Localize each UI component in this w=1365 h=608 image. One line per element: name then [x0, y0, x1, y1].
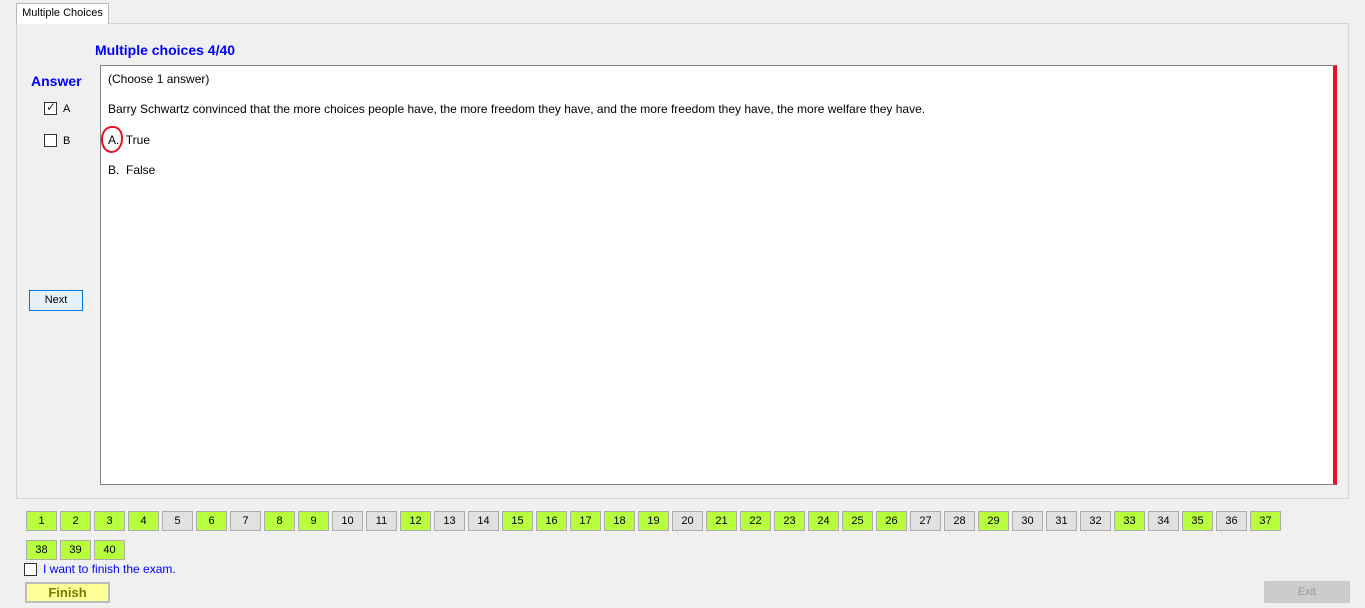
option-b-letter: B.	[108, 163, 120, 177]
answer-option-a-label: A	[63, 102, 71, 115]
question-content: (Choose 1 answer) Barry Schwartz convinc…	[100, 65, 1337, 485]
finish-button[interactable]: Finish	[25, 582, 110, 603]
question-nav-button-35[interactable]: 35	[1182, 511, 1213, 531]
question-nav-button-10[interactable]: 10	[332, 511, 363, 531]
question-nav-button-8[interactable]: 8	[264, 511, 295, 531]
checkbox-b[interactable]	[44, 134, 57, 147]
red-circle-annotation	[101, 126, 123, 153]
checkbox-a[interactable]: ✓	[44, 100, 57, 115]
next-button[interactable]: Next	[29, 290, 83, 311]
question-nav-button-4[interactable]: 4	[128, 511, 159, 531]
question-nav-button-36[interactable]: 36	[1216, 511, 1247, 531]
question-nav-button-27[interactable]: 27	[910, 511, 941, 531]
question-nav-button-40[interactable]: 40	[94, 540, 125, 560]
question-nav-button-38[interactable]: 38	[26, 540, 57, 560]
option-b: B. False	[108, 163, 155, 177]
question-nav-button-39[interactable]: 39	[60, 540, 91, 560]
question-nav-button-11[interactable]: 11	[366, 511, 397, 531]
question-nav-button-7[interactable]: 7	[230, 511, 261, 531]
finish-confirm[interactable]: I want to finish the exam.	[24, 562, 176, 576]
question-nav-button-34[interactable]: 34	[1148, 511, 1179, 531]
option-b-text: False	[126, 163, 156, 177]
question-nav-button-3[interactable]: 3	[94, 511, 125, 531]
answer-heading: Answer	[31, 73, 82, 89]
question-text: Barry Schwartz convinced that the more c…	[108, 102, 926, 116]
question-nav-button-9[interactable]: 9	[298, 511, 329, 531]
exit-button[interactable]: Exit	[1264, 581, 1350, 603]
question-nav-button-15[interactable]: 15	[502, 511, 533, 531]
question-nav-button-18[interactable]: 18	[604, 511, 635, 531]
question-nav-button-5[interactable]: 5	[162, 511, 193, 531]
question-nav-button-16[interactable]: 16	[536, 511, 567, 531]
question-nav-button-1[interactable]: 1	[26, 511, 57, 531]
question-nav-button-26[interactable]: 26	[876, 511, 907, 531]
question-nav-button-21[interactable]: 21	[706, 511, 737, 531]
question-nav-button-23[interactable]: 23	[774, 511, 805, 531]
question-nav-button-37[interactable]: 37	[1250, 511, 1281, 531]
question-nav-button-22[interactable]: 22	[740, 511, 771, 531]
question-nav-button-20[interactable]: 20	[672, 511, 703, 531]
question-nav-button-29[interactable]: 29	[978, 511, 1009, 531]
question-nav-button-25[interactable]: 25	[842, 511, 873, 531]
question-nav-button-12[interactable]: 12	[400, 511, 431, 531]
question-nav-button-17[interactable]: 17	[570, 511, 601, 531]
question-nav-button-28[interactable]: 28	[944, 511, 975, 531]
answer-option-b-label: B	[63, 134, 71, 147]
tab-multiple-choices[interactable]: Multiple Choices	[16, 3, 109, 24]
question-nav-button-24[interactable]: 24	[808, 511, 839, 531]
question-nav-button-30[interactable]: 30	[1012, 511, 1043, 531]
check-icon: ✓	[46, 100, 57, 114]
question-nav-button-14[interactable]: 14	[468, 511, 499, 531]
answer-option-b[interactable]: B	[44, 134, 70, 147]
question-nav-button-32[interactable]: 32	[1080, 511, 1111, 531]
question-nav-button-13[interactable]: 13	[434, 511, 465, 531]
question-nav-button-33[interactable]: 33	[1114, 511, 1145, 531]
question-nav-button-19[interactable]: 19	[638, 511, 669, 531]
question-title: Multiple choices 4/40	[95, 42, 236, 58]
answer-option-a[interactable]: ✓ A	[44, 100, 71, 115]
question-nav-button-2[interactable]: 2	[60, 511, 91, 531]
finish-confirm-label: I want to finish the exam.	[43, 562, 176, 576]
question-instruction: (Choose 1 answer)	[108, 72, 210, 86]
finish-confirm-checkbox[interactable]	[24, 562, 37, 576]
option-a-text: True	[125, 133, 151, 147]
question-nav-button-6[interactable]: 6	[196, 511, 227, 531]
question-nav-button-31[interactable]: 31	[1046, 511, 1077, 531]
